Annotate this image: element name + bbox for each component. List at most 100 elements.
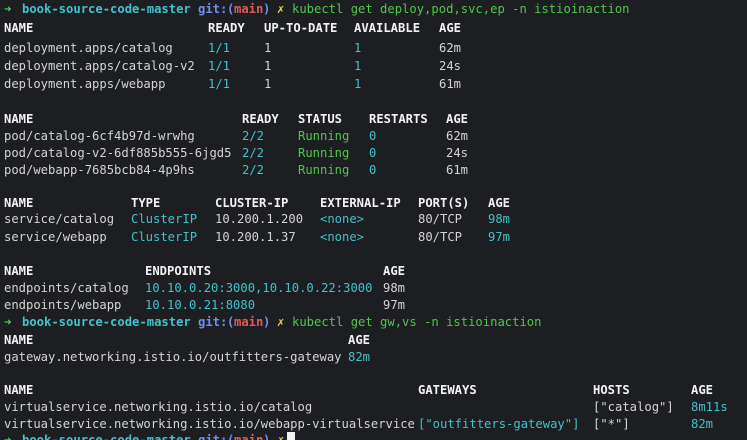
col-header-age: AGE <box>348 333 371 347</box>
table-row: endpoints/catalog 10.10.0.20:3000,10.10.… <box>4 279 405 297</box>
table-row: pod/catalog-6cf4b97d-wrwhg 2/2 Running 0… <box>4 127 468 145</box>
deployment-ready: 1/1 <box>208 41 231 55</box>
prompt-paren-close: ) <box>263 2 271 16</box>
prompt-line-2: ➜ book-source-code-master git: ( main ) … <box>4 313 541 331</box>
pod-age: 61m <box>446 163 469 177</box>
service-name: service/catalog <box>4 212 115 226</box>
prompt-branch: main <box>234 315 264 329</box>
service-ports: 80/TCP <box>418 212 463 226</box>
table-row: gateway.networking.istio.io/outfitters-g… <box>4 348 370 366</box>
col-header-status: STATUS <box>298 112 343 126</box>
table-row: service/catalog ClusterIP 10.200.1.200 <… <box>4 210 510 228</box>
deployment-up-to-date: 1 <box>264 77 272 91</box>
col-header-age: AGE <box>446 112 469 126</box>
endpoint-addresses: 10.10.0.20:3000,10.10.0.22:3000 <box>145 281 373 295</box>
pods-header-row: NAME READY STATUS RESTARTS AGE <box>4 110 468 128</box>
pod-status: Running <box>298 129 350 143</box>
deployment-ready: 1/1 <box>208 77 231 91</box>
table-row: pod/webapp-7685bcb84-4p9hs 2/2 Running 0… <box>4 161 468 179</box>
gateway-name: gateway.networking.istio.io/outfitters-g… <box>4 350 342 364</box>
prompt-git-label: git: <box>198 433 228 440</box>
prompt-branch: main <box>234 433 264 440</box>
col-header-ready: READY <box>208 21 245 35</box>
service-age: 97m <box>488 230 511 244</box>
service-cluster-ip: 10.200.1.37 <box>215 230 296 244</box>
prompt-directory: book-source-code-master <box>22 2 191 16</box>
col-header-name: NAME <box>4 264 34 278</box>
deployment-age: 61m <box>439 77 462 91</box>
service-cluster-ip: 10.200.1.200 <box>215 212 304 226</box>
service-external-ip: <none> <box>320 230 365 244</box>
col-header-name: NAME <box>4 112 34 126</box>
prompt-branch: main <box>234 2 264 16</box>
prompt-git-label: git: <box>198 315 228 329</box>
prompt-directory: book-source-code-master <box>22 433 191 440</box>
pod-age: 62m <box>446 129 469 143</box>
col-header-available: AVAILABLE <box>354 21 421 35</box>
command-1: kubectl get deploy,pod,svc,ep -n istioin… <box>292 2 630 16</box>
prompt-line-1: ➜ book-source-code-master git: ( main ) … <box>4 0 630 18</box>
table-row: pod/catalog-v2-6df885b555-6jgd5 2/2 Runn… <box>4 144 468 162</box>
table-row: service/webapp ClusterIP 10.200.1.37 <no… <box>4 228 510 246</box>
endpoint-addresses: 10.10.0.21:8080 <box>145 298 256 312</box>
table-row: deployment.apps/catalog-v2 1/1 1 1 24s <box>4 57 461 75</box>
pod-restarts: 0 <box>369 163 377 177</box>
virtualservices-header-row: NAME GATEWAYS HOSTS AGE <box>4 381 713 399</box>
terminal-cursor[interactable] <box>287 432 295 440</box>
gateway-age: 82m <box>348 350 371 364</box>
pod-ready: 2/2 <box>242 146 265 160</box>
pod-name: pod/webapp-7685bcb84-4p9hs <box>4 163 195 177</box>
deployment-available: 1 <box>354 41 362 55</box>
pod-ready: 2/2 <box>242 163 265 177</box>
virtualservice-hosts: ["*"] <box>593 417 630 431</box>
pod-name: pod/catalog-6cf4b97d-wrwhg <box>4 129 195 143</box>
endpoint-name: endpoints/webapp <box>4 298 122 312</box>
virtualservice-age: 82m <box>691 417 714 431</box>
col-header-up-to-date: UP-TO-DATE <box>264 21 338 35</box>
deployment-age: 24s <box>439 59 462 73</box>
deployment-ready: 1/1 <box>208 59 231 73</box>
deployment-available: 1 <box>354 77 362 91</box>
terminal-window[interactable]: ➜ book-source-code-master git: ( main ) … <box>0 0 747 440</box>
endpoint-name: endpoints/catalog <box>4 281 129 295</box>
prompt-line-3: ➜ book-source-code-master git: ( main ) … <box>4 431 284 440</box>
col-header-age: AGE <box>691 383 714 397</box>
col-header-name: NAME <box>4 333 34 347</box>
endpoint-age: 97m <box>383 298 406 312</box>
gateways-header-row: NAME AGE <box>4 331 370 349</box>
col-header-gateways: GATEWAYS <box>418 383 477 397</box>
table-row: endpoints/webapp 10.10.0.21:8080 97m <box>4 296 405 314</box>
deployment-up-to-date: 1 <box>264 59 272 73</box>
table-row: deployment.apps/catalog 1/1 1 1 62m <box>4 39 461 57</box>
deployment-name: deployment.apps/catalog-v2 <box>4 59 195 73</box>
pod-restarts: 0 <box>369 129 377 143</box>
col-header-name: NAME <box>4 21 34 35</box>
prompt-paren-close: ) <box>263 315 271 329</box>
deployment-up-to-date: 1 <box>264 41 272 55</box>
col-header-age: AGE <box>439 21 462 35</box>
pod-name: pod/catalog-v2-6df885b555-6jgd5 <box>4 146 232 160</box>
col-header-ready: READY <box>242 112 279 126</box>
service-age: 98m <box>488 212 511 226</box>
col-header-age: AGE <box>383 264 406 278</box>
deployment-age: 62m <box>439 41 462 55</box>
prompt-arrow-icon: ➜ <box>4 2 12 16</box>
deployment-name: deployment.apps/catalog <box>4 41 173 55</box>
virtualservice-name: virtualservice.networking.istio.io/catal… <box>4 400 313 414</box>
prompt-git-label: git: <box>198 2 228 16</box>
deployments-header-row: NAME READY UP-TO-DATE AVAILABLE AGE <box>4 19 461 37</box>
prompt-dirty-icon: ✗ <box>277 433 285 440</box>
prompt-dirty-icon: ✗ <box>277 315 285 329</box>
col-header-endpoints: ENDPOINTS <box>145 264 212 278</box>
pod-age: 24s <box>446 146 469 160</box>
service-type: ClusterIP <box>131 230 198 244</box>
pod-status: Running <box>298 146 350 160</box>
pod-status: Running <box>298 163 350 177</box>
service-ports: 80/TCP <box>418 230 463 244</box>
endpoints-header-row: NAME ENDPOINTS AGE <box>4 262 405 280</box>
deployment-name: deployment.apps/webapp <box>4 77 166 91</box>
virtualservice-hosts: ["catalog"] <box>593 400 674 414</box>
virtualservice-gateways: ["outfitters-gateway"] <box>418 417 580 431</box>
prompt-dirty-icon: ✗ <box>277 2 285 16</box>
prompt-paren-close: ) <box>263 433 271 440</box>
